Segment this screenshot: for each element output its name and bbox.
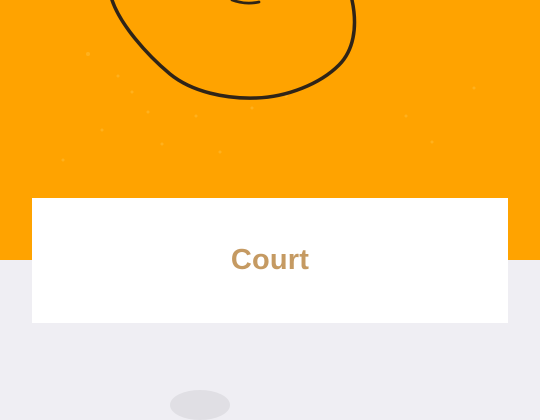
card-title: Court — [230, 244, 310, 276]
partial-bottom-element — [170, 390, 230, 420]
title-card: Court — [32, 198, 508, 323]
